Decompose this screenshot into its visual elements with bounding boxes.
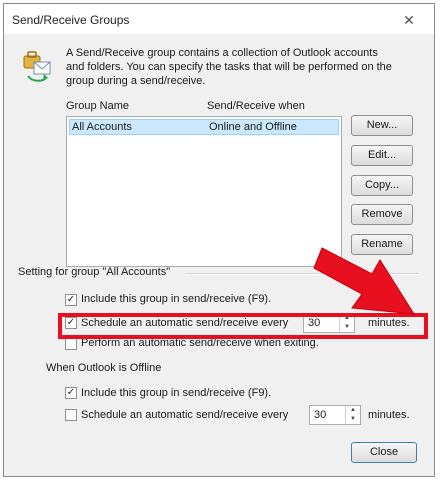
offline-minutes-stepper[interactable]: 30 ▲ ▼ [309,405,361,425]
column-header-group-name: Group Name [66,100,129,112]
send-receive-groups-dialog: Send/Receive Groups ✕ A Send/Receive gro… [3,3,435,477]
include-checkbox[interactable]: ✓ [65,294,77,306]
new-button[interactable]: New... [351,115,413,136]
offline-include-checkbox[interactable]: ✓ [65,387,77,399]
copy-button[interactable]: Copy... [351,175,413,196]
offline-schedule-checkbox[interactable] [65,409,77,421]
offline-spin-down-icon[interactable]: ▼ [346,415,360,424]
group-list[interactable]: All Accounts Online and Offline [66,116,342,267]
annotation-arrow-icon [313,247,415,315]
title-bar: Send/Receive Groups ✕ [4,4,434,34]
settings-group-label: Setting for group "All Accounts" [18,266,171,278]
offline-minutes-label: minutes. [368,409,410,421]
offline-spin-up-icon[interactable]: ▲ [346,406,360,415]
description-text: A Send/Receive group contains a collecti… [66,47,392,87]
close-icon[interactable]: ✕ [398,11,420,29]
offline-schedule-label: Schedule an automatic send/receive every [81,409,289,421]
offline-section-label: When Outlook is Offline [46,362,162,374]
window-title: Send/Receive Groups [12,13,130,27]
include-label: Include this group in send/receive (F9). [81,293,272,305]
offline-include-label: Include this group in send/receive (F9). [81,387,272,399]
list-row-all-accounts[interactable]: All Accounts Online and Offline [69,119,339,135]
offline-minutes-value[interactable]: 30 [314,409,326,421]
remove-button[interactable]: Remove [351,204,413,225]
close-button[interactable]: Close [351,442,417,463]
exiting-checkbox[interactable] [65,338,77,350]
send-receive-icon [23,51,51,82]
column-header-send-receive-when: Send/Receive when [207,100,305,112]
row-send-receive-when: Online and Offline [209,121,297,133]
edit-button[interactable]: Edit... [351,145,413,166]
row-group-name: All Accounts [72,121,132,133]
